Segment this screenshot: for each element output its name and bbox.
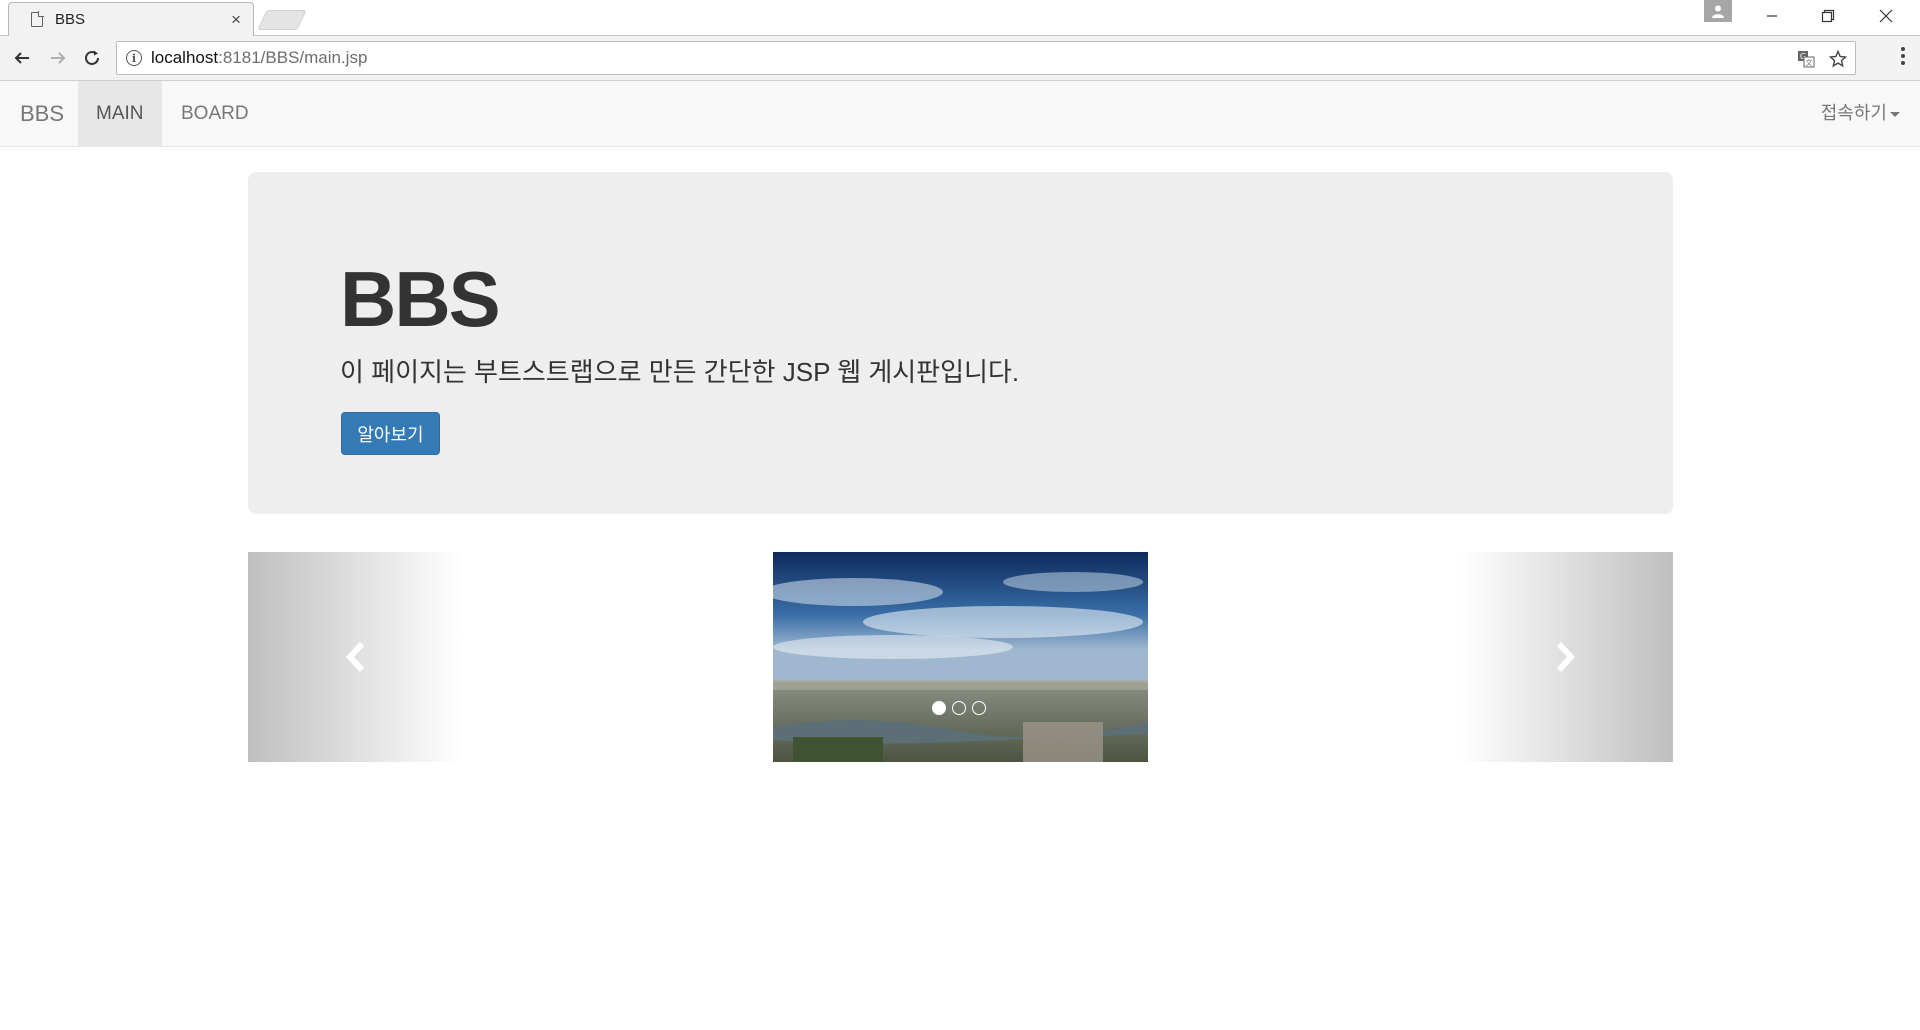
carousel-indicator-1[interactable] bbox=[932, 701, 946, 715]
info-icon[interactable]: i bbox=[126, 50, 142, 66]
carousel-indicator-3[interactable] bbox=[972, 701, 986, 715]
tab-title: BBS bbox=[55, 11, 86, 28]
carousel-indicators bbox=[932, 701, 986, 715]
translate-icon[interactable]: G文 bbox=[1795, 48, 1817, 70]
jumbotron: BBS 이 페이지는 부트스트랩으로 만든 간단한 JSP 웹 게시판입니다. … bbox=[248, 172, 1673, 514]
url-host: localhost bbox=[151, 48, 219, 67]
back-arrow-icon[interactable] bbox=[8, 44, 36, 72]
connect-dropdown-label: 접속하기 bbox=[1820, 103, 1887, 123]
carousel-next-control[interactable] bbox=[1459, 552, 1673, 762]
close-window-icon[interactable] bbox=[1858, 0, 1914, 32]
jumbotron-description: 이 페이지는 부트스트랩으로 만든 간단한 JSP 웹 게시판입니다. bbox=[340, 357, 1020, 387]
restore-icon[interactable] bbox=[1800, 0, 1856, 32]
page-icon bbox=[31, 12, 43, 27]
url-path: :8181/BBS/main.jsp bbox=[218, 48, 368, 67]
carousel-prev-control[interactable] bbox=[248, 552, 462, 762]
browser-tab[interactable]: BBS × bbox=[8, 2, 254, 36]
browser-tab-strip: BBS × bbox=[0, 0, 1920, 36]
caret-down-icon bbox=[1890, 111, 1900, 117]
minimize-icon[interactable] bbox=[1744, 0, 1800, 32]
image-carousel bbox=[248, 552, 1673, 762]
new-tab-button[interactable] bbox=[257, 10, 307, 30]
jumbotron-title: BBS bbox=[340, 255, 501, 343]
reload-icon[interactable] bbox=[78, 44, 106, 72]
site-navbar: BBS MAIN BOARD 접속하기 bbox=[0, 81, 1920, 147]
connect-dropdown[interactable]: 접속하기 bbox=[1821, 81, 1900, 146]
profile-icon[interactable] bbox=[1704, 0, 1732, 22]
address-bar[interactable]: i localhost:8181/BBS/main.jsp G文 bbox=[116, 41, 1856, 75]
star-icon[interactable] bbox=[1827, 48, 1849, 70]
svg-text:文: 文 bbox=[1806, 58, 1813, 67]
chevron-left-icon bbox=[345, 641, 365, 673]
navbar-brand[interactable]: BBS bbox=[20, 81, 64, 146]
learn-more-button[interactable]: 알아보기 bbox=[341, 412, 440, 455]
tab-close-icon[interactable]: × bbox=[231, 10, 241, 30]
nav-item-board[interactable]: BOARD bbox=[163, 81, 267, 146]
chevron-right-icon bbox=[1556, 641, 1576, 673]
menu-dots-icon[interactable] bbox=[1900, 46, 1906, 72]
browser-toolbar: i localhost:8181/BBS/main.jsp G文 bbox=[0, 36, 1920, 81]
forward-arrow-icon[interactable] bbox=[44, 44, 72, 72]
carousel-indicator-2[interactable] bbox=[952, 701, 966, 715]
nav-item-main[interactable]: MAIN bbox=[78, 81, 162, 146]
carousel-slide-image bbox=[773, 552, 1148, 762]
